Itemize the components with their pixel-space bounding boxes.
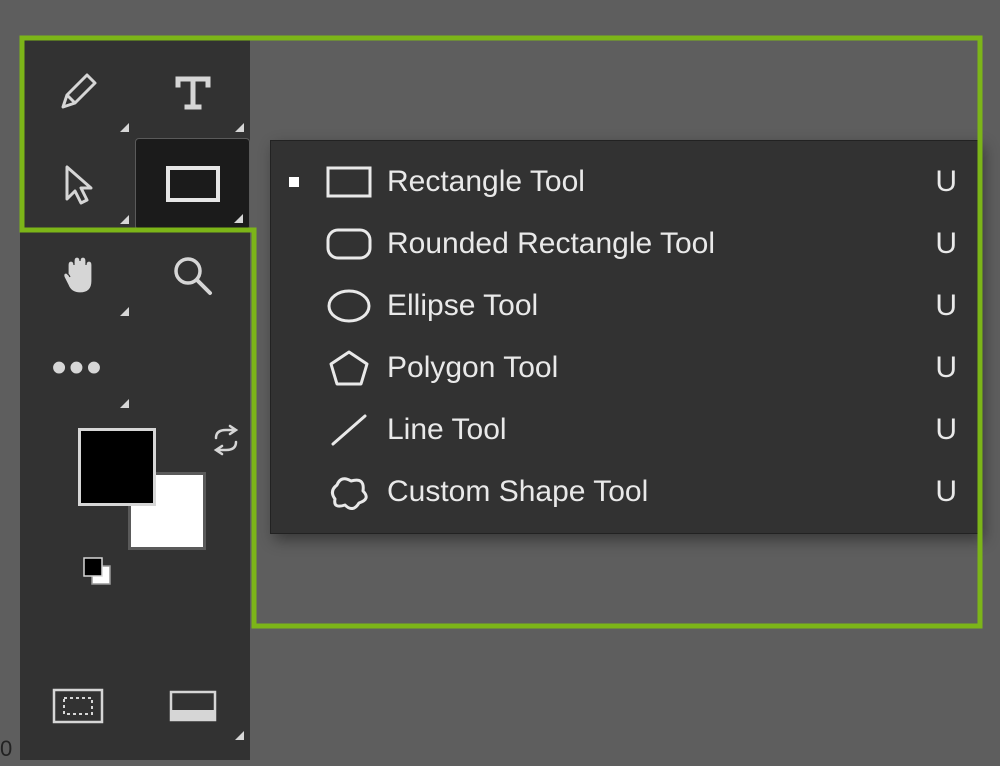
shortcut-key: U bbox=[923, 289, 957, 323]
screen-mode-icon bbox=[167, 686, 219, 726]
rounded-rectangle-icon bbox=[325, 225, 373, 263]
screen-mode[interactable] bbox=[135, 666, 250, 746]
color-swatches bbox=[20, 414, 250, 594]
tools-panel: ••• bbox=[20, 36, 250, 760]
type-icon bbox=[168, 67, 218, 117]
path-selection-tool[interactable] bbox=[20, 138, 135, 230]
flyout-label: Rounded Rectangle Tool bbox=[375, 227, 923, 261]
arrow-cursor-icon bbox=[53, 159, 103, 209]
flyout-label: Rectangle Tool bbox=[375, 165, 923, 199]
flyout-label: Ellipse Tool bbox=[375, 289, 923, 323]
empty-slot bbox=[135, 322, 250, 414]
default-colors-icon[interactable] bbox=[82, 554, 116, 588]
shortcut-key: U bbox=[923, 227, 957, 261]
edit-toolbar[interactable]: ••• bbox=[20, 322, 135, 414]
flyout-item-rounded-rectangle[interactable]: Rounded Rectangle Tool U bbox=[271, 213, 979, 275]
flyout-item-line[interactable]: Line Tool U bbox=[271, 399, 979, 461]
hand-tool[interactable] bbox=[20, 230, 135, 322]
zoom-tool[interactable] bbox=[135, 230, 250, 322]
ellipse-icon bbox=[325, 287, 373, 325]
pen-icon bbox=[53, 67, 103, 117]
page-number: 0 bbox=[0, 736, 12, 762]
flyout-label: Polygon Tool bbox=[375, 351, 923, 385]
flyout-label: Line Tool bbox=[375, 413, 923, 447]
flyout-item-rectangle[interactable]: Rectangle Tool U bbox=[271, 151, 979, 213]
ellipsis-icon: ••• bbox=[51, 357, 103, 379]
rectangle-shape-tool[interactable] bbox=[135, 138, 250, 230]
flyout-item-ellipse[interactable]: Ellipse Tool U bbox=[271, 275, 979, 337]
quick-mask-toggle[interactable] bbox=[20, 666, 135, 746]
pen-tool[interactable] bbox=[20, 46, 135, 138]
flyout-item-custom-shape[interactable]: Custom Shape Tool U bbox=[271, 461, 979, 523]
quick-mask-icon bbox=[52, 686, 104, 726]
flyout-label: Custom Shape Tool bbox=[375, 475, 923, 509]
magnifier-icon bbox=[168, 251, 218, 301]
swap-colors-icon[interactable] bbox=[210, 424, 244, 458]
active-marker-icon bbox=[289, 177, 299, 187]
rectangle-icon bbox=[325, 163, 373, 201]
shortcut-key: U bbox=[923, 475, 957, 509]
foreground-color-swatch[interactable] bbox=[78, 428, 156, 506]
line-icon bbox=[325, 410, 373, 450]
shape-tool-flyout: Rectangle Tool U Rounded Rectangle Tool … bbox=[270, 140, 980, 534]
shortcut-key: U bbox=[923, 165, 957, 199]
rectangle-icon bbox=[164, 162, 222, 206]
custom-shape-icon bbox=[325, 471, 373, 513]
shortcut-key: U bbox=[923, 351, 957, 385]
polygon-icon bbox=[325, 348, 373, 388]
hand-icon bbox=[53, 251, 103, 301]
flyout-item-polygon[interactable]: Polygon Tool U bbox=[271, 337, 979, 399]
shortcut-key: U bbox=[923, 413, 957, 447]
type-tool[interactable] bbox=[135, 46, 250, 138]
